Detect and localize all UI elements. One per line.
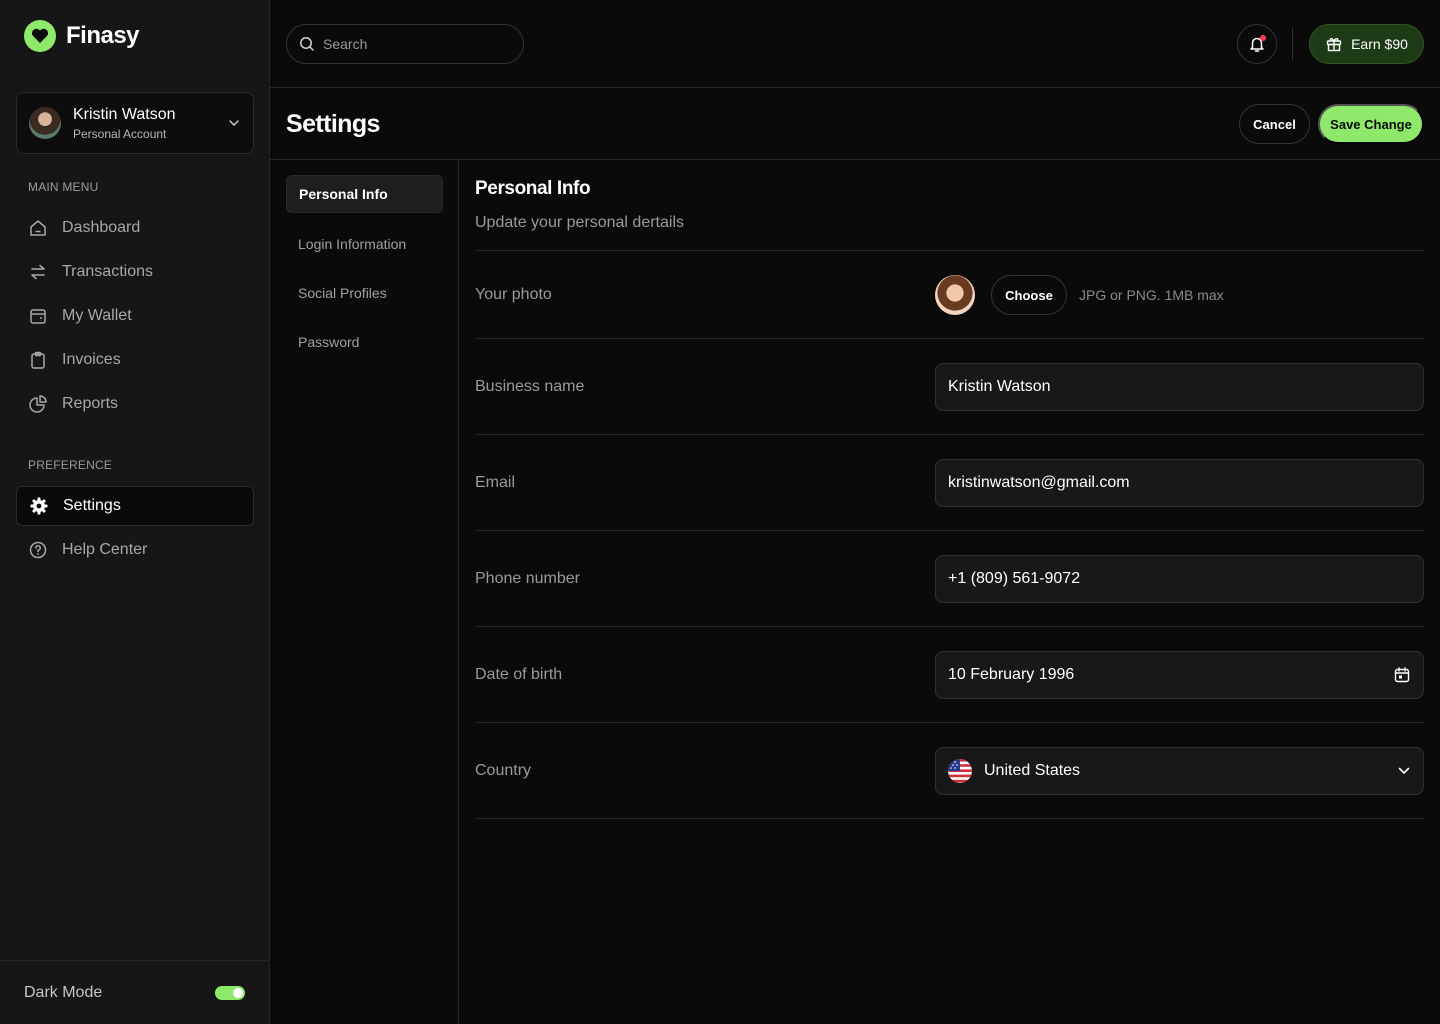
account-switcher[interactable]: Kristin Watson Personal Account — [16, 92, 254, 154]
toggle-knob — [233, 987, 243, 998]
photo-hint: JPG or PNG. 1MB max — [1079, 287, 1224, 303]
divider — [475, 626, 1424, 627]
gear-icon — [30, 497, 48, 515]
profile-photo — [935, 275, 975, 315]
divider — [475, 338, 1424, 339]
preference-title: PREFERENCE — [28, 458, 113, 472]
tab-personal-info[interactable]: Personal Info — [286, 175, 443, 213]
search-box[interactable] — [286, 24, 524, 64]
help-circle-icon — [29, 541, 47, 559]
save-change-button[interactable]: Save Change — [1318, 104, 1424, 144]
email-value: kristinwatson@gmail.com — [948, 474, 1130, 491]
divider — [475, 530, 1424, 531]
email-field[interactable]: kristinwatson@gmail.com — [935, 459, 1424, 507]
sidebar-item-label: Dashboard — [62, 219, 141, 236]
notification-dot — [1260, 35, 1266, 41]
gift-icon — [1326, 38, 1342, 52]
tab-login-information[interactable]: Login Information — [286, 225, 443, 263]
chevron-down-icon — [229, 120, 239, 127]
chevron-down-icon — [1398, 767, 1410, 775]
form-title: Personal Info — [475, 178, 591, 199]
sidebar-item-label: Settings — [63, 497, 121, 514]
sidebar-item-invoices[interactable]: Invoices — [16, 340, 254, 380]
topbar: Earn $90 — [270, 0, 1440, 88]
sidebar-item-transactions[interactable]: Transactions — [16, 252, 254, 292]
sidebar-item-dashboard[interactable]: Dashboard — [16, 208, 254, 248]
divider — [475, 250, 1424, 251]
dob-label: Date of birth — [475, 666, 563, 683]
form-subtitle: Update your personal dertails — [475, 214, 685, 231]
wallet-icon — [30, 309, 46, 324]
tab-password[interactable]: Password — [286, 323, 443, 361]
main-menu-title: MAIN MENU — [28, 180, 99, 194]
divider — [270, 159, 1440, 160]
app-name: Finasy — [66, 22, 140, 49]
sidebar: Finasy Kristin Watson Personal Account M… — [0, 0, 270, 1024]
heart-logo-icon — [24, 20, 56, 52]
dark-mode-toggle[interactable] — [215, 985, 245, 1000]
sidebar-item-label: Reports — [62, 395, 119, 412]
calendar-icon[interactable] — [1393, 666, 1411, 684]
sidebar-item-my-wallet[interactable]: My Wallet — [16, 296, 254, 336]
divider — [475, 818, 1424, 819]
tab-social-profiles[interactable]: Social Profiles — [286, 274, 443, 312]
account-type: Personal Account — [73, 126, 167, 141]
avatar — [29, 107, 61, 139]
clipboard-icon — [31, 351, 45, 369]
dark-mode-row: Dark Mode — [0, 960, 269, 1024]
sidebar-item-label: Transactions — [62, 263, 153, 280]
app-logo[interactable]: Finasy — [24, 20, 140, 52]
email-label: Email — [475, 474, 516, 491]
search-input[interactable] — [323, 36, 503, 52]
dark-mode-label: Dark Mode — [24, 983, 103, 1001]
sidebar-item-label: My Wallet — [62, 307, 132, 324]
account-name: Kristin Watson — [73, 105, 176, 123]
country-label: Country — [475, 762, 532, 779]
home-icon — [30, 220, 46, 236]
business-name-label: Business name — [475, 378, 585, 395]
transfer-arrows-icon — [31, 264, 45, 280]
photo-label: Your photo — [475, 286, 552, 303]
earn-label: Earn $90 — [1351, 36, 1408, 52]
phone-value: +1 (809) 561-9072 — [948, 570, 1081, 587]
notification-button[interactable] — [1237, 24, 1277, 64]
search-icon — [300, 37, 314, 51]
country-value: United States — [984, 762, 1081, 779]
divider — [475, 722, 1424, 723]
dob-field[interactable]: 10 February 1996 — [935, 651, 1424, 699]
sidebar-item-settings[interactable]: Settings — [16, 486, 254, 526]
business-name-field[interactable]: Kristin Watson — [935, 363, 1424, 411]
divider — [458, 160, 459, 1024]
divider — [475, 434, 1424, 435]
topbar-divider — [1292, 28, 1293, 60]
business-name-value: Kristin Watson — [948, 378, 1051, 395]
cancel-button[interactable]: Cancel — [1239, 104, 1310, 144]
pie-chart-icon — [29, 395, 47, 413]
choose-photo-button[interactable]: Choose — [991, 275, 1067, 315]
phone-field[interactable]: +1 (809) 561-9072 — [935, 555, 1424, 603]
dob-value: 10 February 1996 — [948, 666, 1075, 683]
country-select[interactable]: United States — [935, 747, 1424, 795]
phone-label: Phone number — [475, 570, 580, 587]
sidebar-item-label: Invoices — [62, 351, 121, 368]
sidebar-item-help-center[interactable]: Help Center — [16, 530, 254, 570]
page-title: Settings — [286, 110, 380, 138]
us-flag-icon — [948, 759, 972, 783]
earn-button[interactable]: Earn $90 — [1309, 24, 1424, 64]
sidebar-item-reports[interactable]: Reports — [16, 384, 254, 424]
sidebar-item-label: Help Center — [62, 541, 148, 558]
